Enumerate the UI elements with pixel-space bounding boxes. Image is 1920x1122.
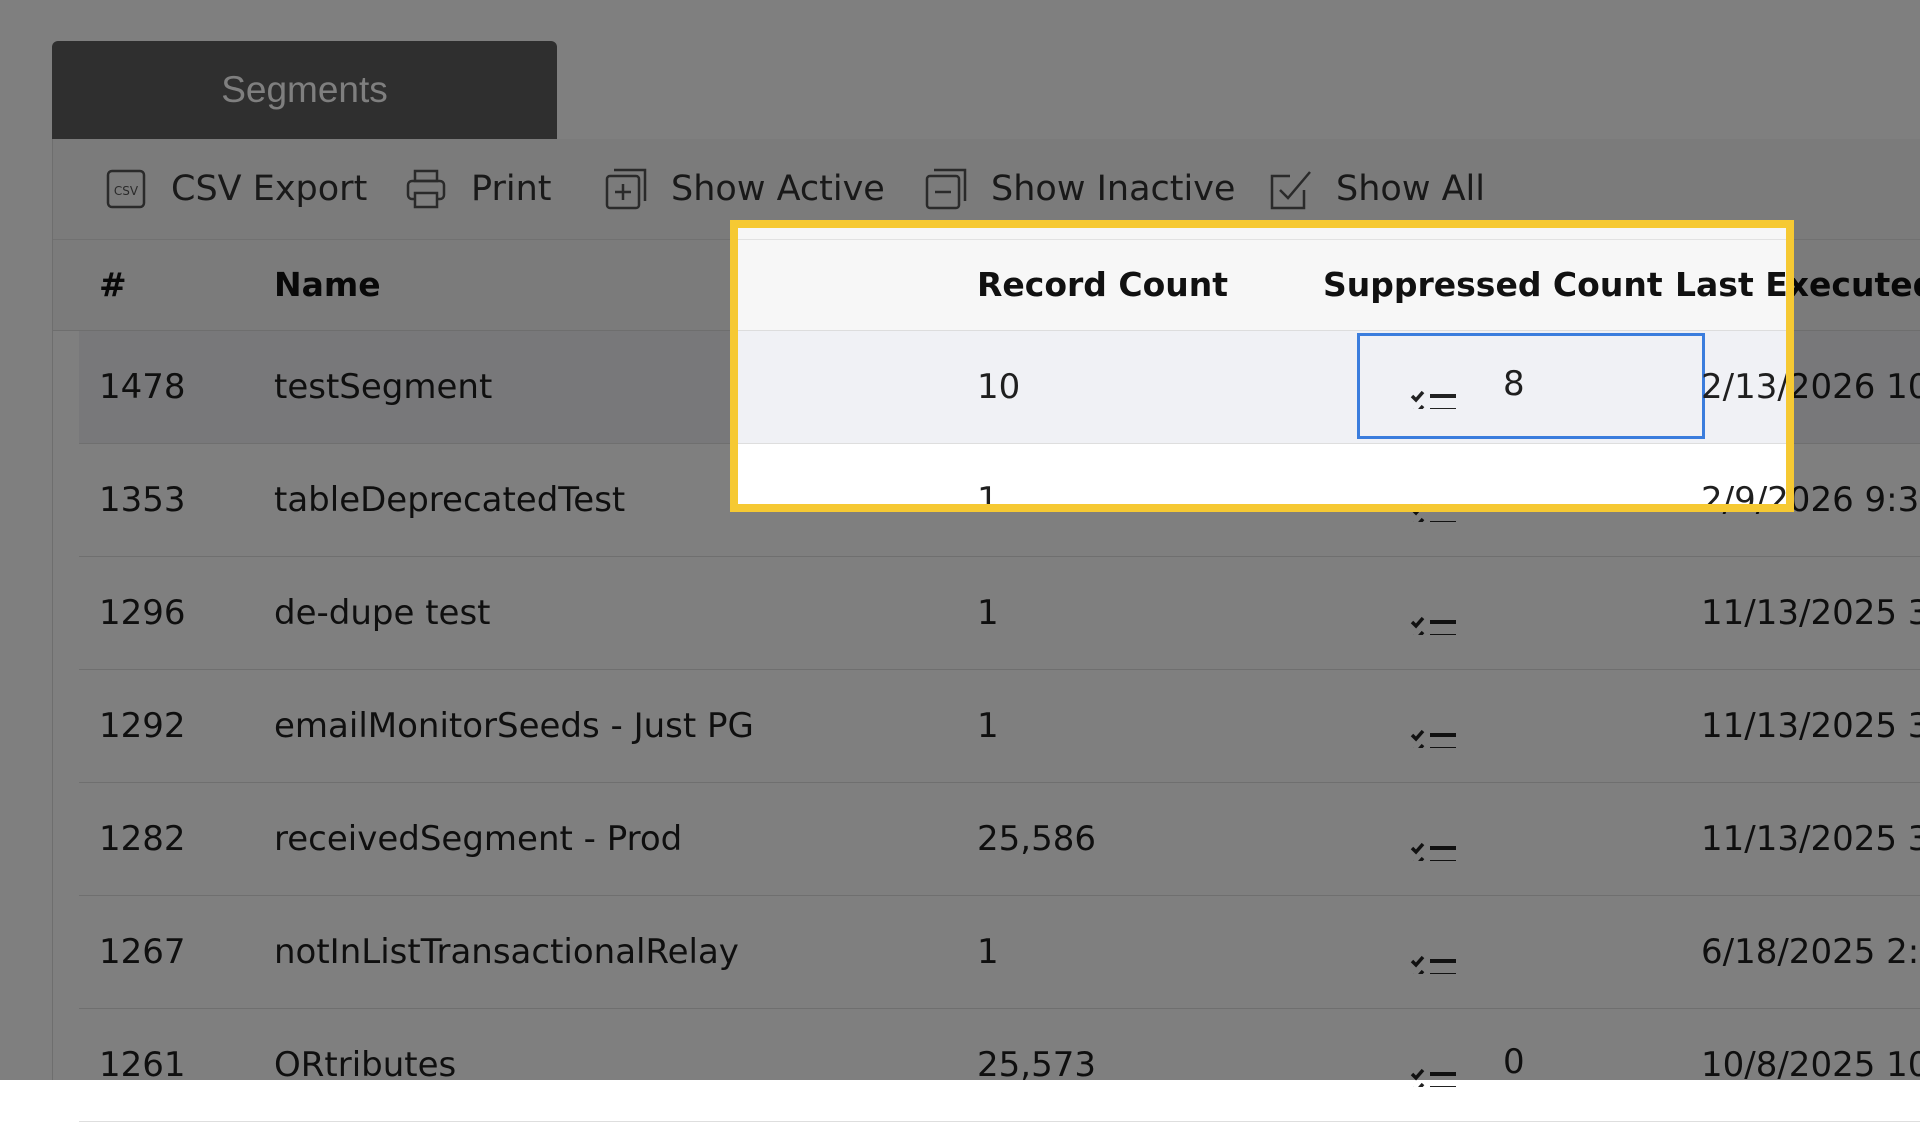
cell-name: ORtributes	[274, 1045, 457, 1085]
checklist-icon[interactable]	[1409, 704, 1459, 748]
cell-last-executed: 10/8/2025 10:54	[1701, 1045, 1920, 1085]
csv-export-label: CSV Export	[171, 169, 368, 209]
cell-name: testSegment	[274, 367, 493, 407]
highlight-column-header-record-count[interactable]: Record Count	[977, 240, 1228, 330]
table-row[interactable]: 1282 receivedSegment - Prod 25,586 11/13…	[79, 783, 1920, 896]
csv-export-button[interactable]: CSV CSV Export	[103, 163, 367, 215]
cell-name: notInListTransactionalRelay	[274, 932, 739, 972]
cell-record-count: 25,573	[977, 1045, 1096, 1085]
checklist-icon[interactable]	[1409, 817, 1459, 861]
cell-name: receivedSegment - Prod	[274, 819, 683, 859]
highlight-toolbar: CSV CSV Export Print Show Active Show In…	[736, 226, 1788, 240]
highlight-cell-last-executed: 2/13/2026 10:33	[1701, 367, 1788, 407]
svg-text:CSV: CSV	[114, 184, 139, 198]
cell-suppressed-count: 0	[1503, 1042, 1525, 1082]
table-row[interactable]: 1267 notInListTransactionalRelay 1 6/18/…	[79, 896, 1920, 1009]
segments-page: Segments CSV CSV Export Print Show Activ…	[0, 0, 1920, 1122]
highlight-cell-record-count: 10	[977, 367, 1021, 407]
highlight-cell-suppressed-count: 8	[1503, 364, 1525, 404]
cell-name: emailMonitorSeeds - Just PG	[274, 706, 754, 746]
highlight-cell-record-count: 1	[977, 480, 999, 506]
cell-name: tableDeprecatedTest	[274, 480, 626, 520]
tab-segments[interactable]: Segments	[52, 41, 557, 139]
check-square-icon	[1270, 171, 1311, 210]
cell-name: de-dupe test	[274, 593, 491, 633]
checklist-icon[interactable]	[1409, 930, 1459, 974]
highlight-table-body: 1478 testSegment 10 8 2/13/2026 10:33 13…	[736, 331, 1788, 506]
highlight-checklist-icon[interactable]	[1409, 478, 1459, 506]
cell-id: 1292	[99, 706, 186, 746]
toolbar: CSV CSV Export Print Show Active Show In…	[53, 139, 1920, 240]
print-label: Print	[471, 169, 552, 209]
column-header-id[interactable]: #	[99, 240, 127, 330]
cell-last-executed: 11/13/2025 3:14	[1701, 593, 1920, 633]
checklist-icon[interactable]	[1409, 1043, 1459, 1087]
minus-square-icon	[925, 168, 967, 210]
highlight-column-header-suppressed-count[interactable]: Suppressed Count	[1323, 240, 1663, 330]
table-row[interactable]: 1296 de-dupe test 1 11/13/2025 3:14	[79, 557, 1920, 670]
cell-record-count: 25,586	[977, 819, 1096, 859]
show-all-label: Show All	[1336, 169, 1485, 209]
cell-record-count: 1	[977, 706, 999, 746]
show-inactive-label: Show Inactive	[991, 169, 1236, 209]
cell-id: 1267	[99, 932, 186, 972]
printer-icon	[406, 169, 446, 209]
highlight-segments-panel: CSV CSV Export Print Show Active Show In…	[736, 226, 1788, 506]
checklist-icon[interactable]	[1409, 591, 1459, 635]
show-inactive-button[interactable]: Show Inactive	[923, 163, 1235, 215]
cell-id: 1282	[99, 819, 186, 859]
cell-last-executed: 11/13/2025 3:15	[1701, 706, 1920, 746]
cell-id: 1478	[99, 367, 186, 407]
cell-id: 1261	[99, 1045, 186, 1085]
cell-last-executed: 11/13/2025 3:16	[1701, 819, 1920, 859]
show-active-button[interactable]: Show Active	[603, 163, 885, 215]
highlight-cell-last-executed: 2/9/2026 9:39:5	[1701, 480, 1788, 506]
highlight-table-row[interactable]: 1478 testSegment 10 8 2/13/2026 10:33	[736, 331, 1788, 444]
highlight-table-header: # Name Record Count Suppressed Count Las…	[736, 240, 1788, 331]
cell-record-count: 1	[977, 593, 999, 633]
column-header-name[interactable]: Name	[274, 240, 381, 330]
plus-square-icon	[605, 168, 647, 210]
cell-last-executed: 6/18/2025 2:15:	[1701, 932, 1920, 972]
show-active-label: Show Active	[671, 169, 885, 209]
cell-id: 1296	[99, 593, 186, 633]
cell-record-count: 1	[977, 932, 999, 972]
highlight-page-copy: Segments CSV CSV Export Print Show Activ…	[736, 226, 1788, 506]
highlight-checklist-icon[interactable]	[1409, 365, 1459, 409]
show-all-button[interactable]: Show All	[1268, 163, 1485, 215]
highlight-column-header-last-executed[interactable]: Last Executed	[1675, 240, 1788, 330]
highlight-window: Segments CSV CSV Export Print Show Activ…	[736, 226, 1788, 506]
csv-file-icon: CSV	[106, 169, 146, 209]
print-button[interactable]: Print	[403, 163, 552, 215]
table-row[interactable]: 1292 emailMonitorSeeds - Just PG 1 11/13…	[79, 670, 1920, 783]
highlight-table-row[interactable]: 1353 tableDeprecatedTest 1 2/9/2026 9:39…	[736, 444, 1788, 506]
table-row[interactable]: 1261 ORtributes 25,573 0 10/8/2025 10:54	[79, 1009, 1920, 1122]
cell-id: 1353	[99, 480, 186, 520]
